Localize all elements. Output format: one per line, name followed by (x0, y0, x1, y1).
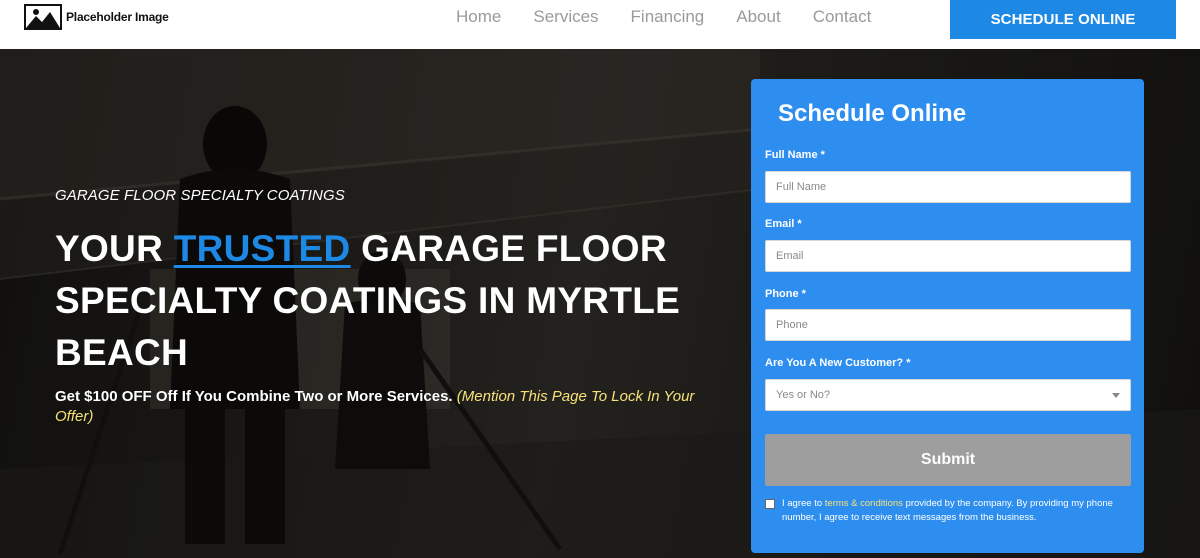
main-nav: Home Services Financing About Contact (440, 7, 887, 27)
consent-text: I agree to terms & conditions provided b… (782, 497, 1131, 525)
site-header: Placeholder Image Home Services Financin… (0, 0, 1200, 49)
image-placeholder-icon (24, 4, 62, 30)
terms-link[interactable]: terms & conditions (825, 498, 903, 509)
hero-section: GARAGE FLOOR SPECIALTY COATINGS YOUR TRU… (0, 49, 1200, 558)
hero-eyebrow: GARAGE FLOOR SPECIALTY COATINGS (55, 187, 345, 204)
submit-button[interactable]: Submit (765, 434, 1131, 486)
hero-offer: Get $100 OFF Off If You Combine Two or M… (55, 387, 735, 427)
consent-checkbox[interactable] (765, 499, 775, 509)
headline-accent: TRUSTED (173, 228, 351, 269)
new-customer-select[interactable]: Yes or No? (765, 379, 1131, 411)
form-title: Schedule Online (778, 100, 967, 127)
nav-financing[interactable]: Financing (631, 7, 705, 27)
email-label: Email * (765, 218, 802, 230)
new-customer-label: Are You A New Customer? * (765, 357, 911, 369)
schedule-online-button[interactable]: SCHEDULE ONLINE (950, 0, 1176, 39)
phone-label: Phone * (765, 288, 806, 300)
chevron-down-icon (1112, 393, 1120, 398)
logo-text: Placeholder Image (66, 10, 169, 24)
consent-row: I agree to terms & conditions provided b… (765, 497, 1131, 525)
nav-contact[interactable]: Contact (813, 7, 872, 27)
email-input[interactable] (765, 240, 1131, 272)
select-value: Yes or No? (776, 389, 831, 401)
logo[interactable]: Placeholder Image (24, 4, 169, 30)
full-name-input[interactable] (765, 171, 1131, 203)
consent-pre: I agree to (782, 498, 825, 509)
nav-about[interactable]: About (736, 7, 780, 27)
offer-main: Get $100 OFF Off If You Combine Two or M… (55, 388, 453, 405)
full-name-label: Full Name * (765, 149, 825, 161)
nav-home[interactable]: Home (456, 7, 501, 27)
schedule-form: Schedule Online Full Name * Email * Phon… (751, 79, 1144, 553)
headline-pre: YOUR (55, 228, 174, 269)
phone-input[interactable] (765, 309, 1131, 341)
nav-services[interactable]: Services (533, 7, 598, 27)
hero-headline: YOUR TRUSTED GARAGE FLOOR SPECIALTY COAT… (55, 223, 735, 379)
